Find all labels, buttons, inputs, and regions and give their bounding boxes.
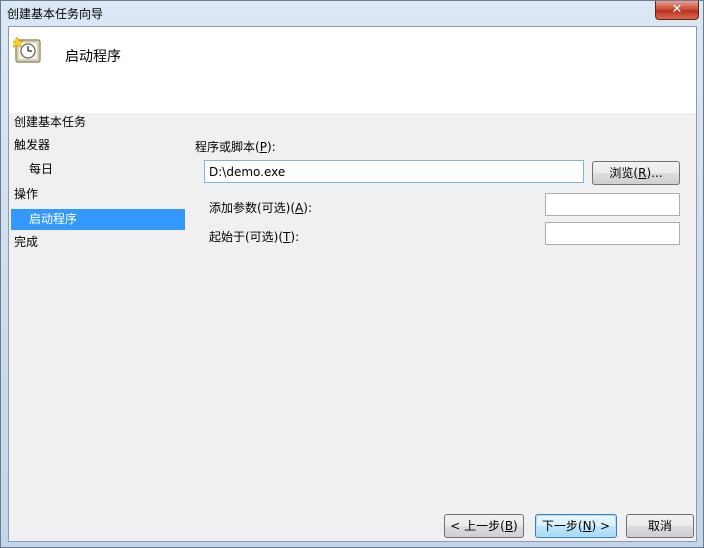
window-title: 创建基本任务向导 <box>7 7 104 21</box>
step-finish: 完成 <box>14 235 39 249</box>
page-title: 启动程序 <box>65 49 121 65</box>
next-button[interactable]: 下一步(N) > <box>535 514 617 538</box>
wizard-steps-pane: 创建基本任务 触发器 每日 操作 启动程序 完成 <box>9 113 187 541</box>
step-create-basic-task: 创建基本任务 <box>14 115 87 129</box>
step-trigger: 触发器 <box>14 138 51 152</box>
back-button[interactable]: < 上一步(B) <box>444 514 524 538</box>
wizard-header: 启动程序 <box>9 27 696 113</box>
browse-button[interactable]: 浏览(R)... <box>592 161 680 185</box>
program-label: 程序或脚本(P): <box>195 140 276 154</box>
arguments-label: 添加参数(可选)(A): <box>209 201 312 215</box>
step-daily: 每日 <box>29 162 54 176</box>
step-start-program: 启动程序 <box>11 209 185 230</box>
clock-task-icon <box>13 36 41 63</box>
title-bar[interactable]: 创建基本任务向导 ✕ <box>1 1 703 25</box>
wizard-client-area: 启动程序 创建基本任务 触发器 每日 操作 启动程序 完成 程序或脚本(P): … <box>8 26 697 542</box>
wizard-window: 创建基本任务向导 ✕ 启动程序 创建基本任务 触发器 每日 操作 启动程序 完成 <box>0 0 704 548</box>
step-action: 操作 <box>14 187 39 201</box>
program-input[interactable] <box>204 160 584 183</box>
close-icon: ✕ <box>671 2 683 17</box>
cancel-button[interactable]: 取消 <box>626 514 694 538</box>
start-in-label: 起始于(可选)(T): <box>209 230 300 244</box>
arguments-input[interactable] <box>545 193 680 216</box>
close-button[interactable]: ✕ <box>655 1 699 20</box>
start-in-input[interactable] <box>545 222 680 245</box>
